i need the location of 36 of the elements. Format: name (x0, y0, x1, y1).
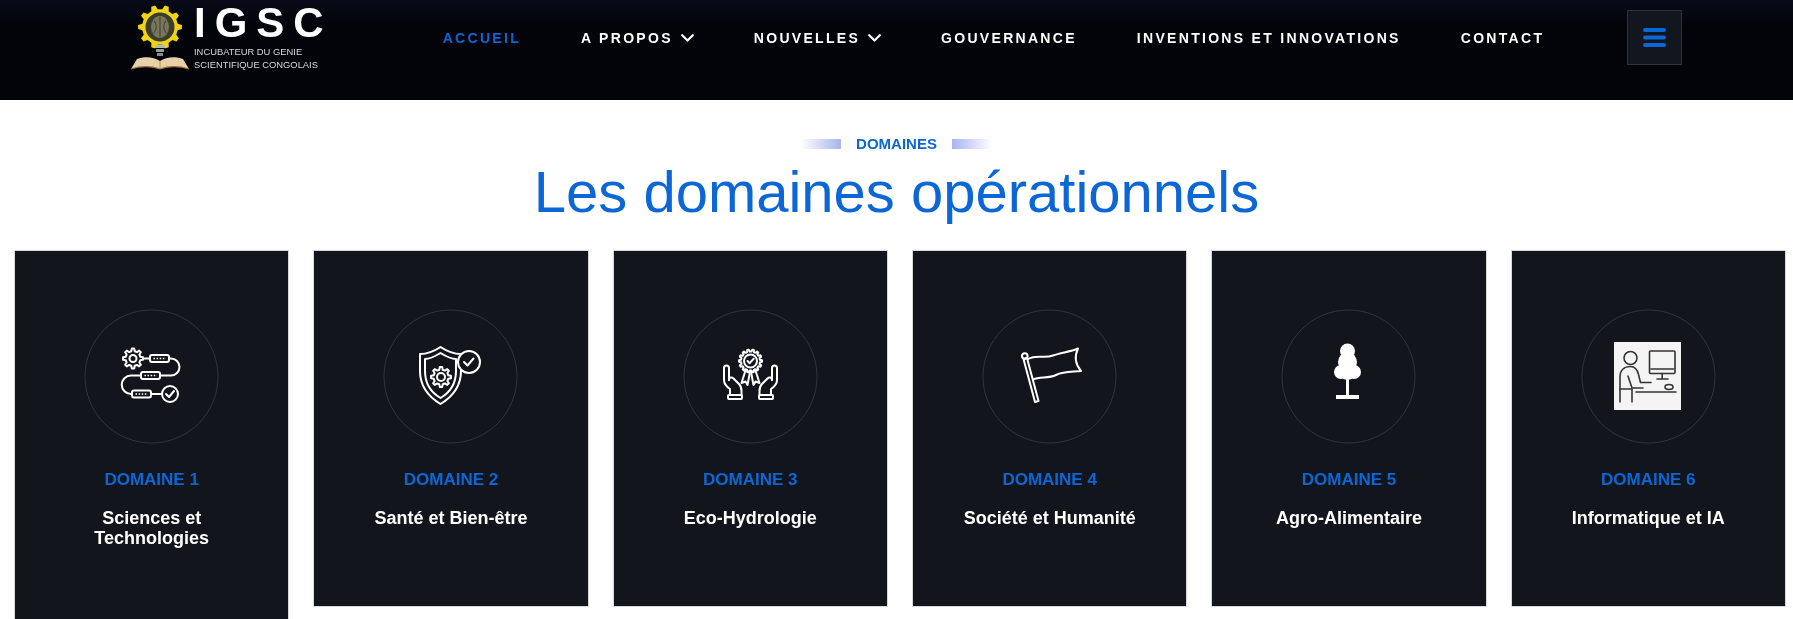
accent-bar (801, 139, 842, 149)
nav-link[interactable]: GOUVERNANCE (941, 29, 1077, 46)
nav-link[interactable]: A PROPOS (581, 29, 694, 46)
tree-icon (1281, 309, 1417, 444)
section-title: Les domaines opérationnels (533, 160, 1260, 224)
domain-label: DOMAINE 1 (104, 469, 199, 491)
nav-link[interactable]: NOUVELLES (753, 29, 882, 46)
hands-award-icon (682, 309, 818, 444)
domain-label: DOMAINE 2 (403, 469, 499, 491)
domain-title: Santé et Bien-être (374, 508, 528, 528)
nav-link[interactable]: CONTACT (1460, 29, 1545, 46)
shield-gear-check-icon (383, 309, 519, 444)
gear-workflow-icon (84, 309, 220, 444)
chevron-down-icon (680, 33, 694, 42)
flag-icon (982, 309, 1118, 444)
domain-label: DOMAINE 6 (1601, 469, 1696, 491)
chevron-down-icon (868, 33, 882, 42)
section-overline: DOMAINES (856, 135, 937, 153)
logo-subtitle: SCIENTIFIQUE CONGOLAIS (194, 58, 319, 71)
domain-title: Eco-Hydrologie (683, 508, 817, 528)
domain-label: DOMAINE 3 (703, 469, 798, 491)
logo-title: IGSC (194, 4, 333, 42)
domain-label: DOMAINE 5 (1301, 469, 1397, 491)
accent-bar (951, 139, 992, 149)
domain-title: Agro-Alimentaire (1275, 508, 1422, 528)
logo-subtitle: INCUBATEUR DU GENIE (194, 45, 304, 58)
menu-icon (1643, 28, 1666, 47)
gear-bulb-book-icon (129, 3, 191, 70)
person-computer-icon (1580, 309, 1716, 444)
nav-link[interactable]: INVENTIONS ET INNOVATIONS (1136, 29, 1401, 46)
domain-title: Sciences et Technologies (93, 508, 210, 548)
menu-button[interactable] (1627, 10, 1682, 65)
domain-title: Informatique et IA (1571, 508, 1725, 528)
nav-link[interactable]: ACCUEIL (442, 29, 521, 46)
domain-title: Société et Humanité (963, 508, 1136, 528)
domain-label: DOMAINE 4 (1002, 469, 1097, 491)
